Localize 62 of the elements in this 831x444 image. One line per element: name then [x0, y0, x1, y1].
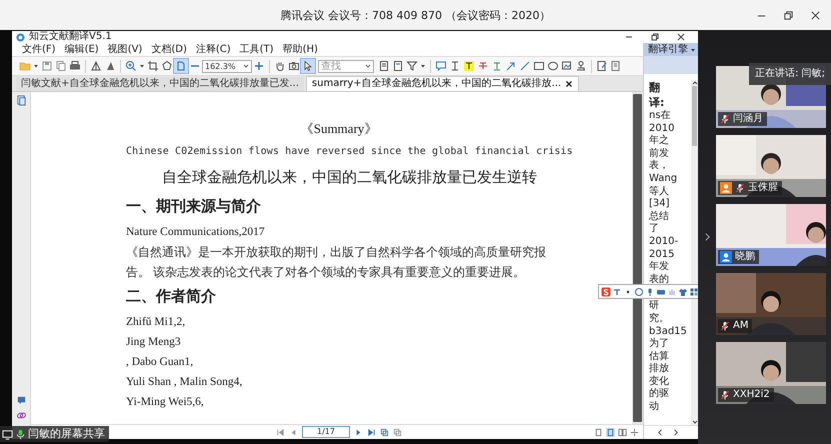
- translation-text: 前发: [649, 148, 670, 160]
- document-text: , Dabo Guan1,: [126, 355, 194, 370]
- document-text: 《自然通讯》是一本开放获取的期刊，出版了自然科学各个领域的高质量研究报告。 该杂志发表的论文代表了对各个领域的专家具有重要意义的重要进展。: [126, 244, 547, 281]
- document-text: Nature Communications,2017: [126, 225, 266, 240]
- translation-text: 研: [649, 300, 660, 312]
- translation-text: 究。: [649, 312, 670, 326]
- document-text: Jing Meng3: [126, 335, 182, 350]
- menu-item[interactable]: 文档(D): [151, 43, 187, 56]
- participant-name: AM: [733, 320, 748, 332]
- share-label-text: 闫敏的屏幕共享: [28, 427, 105, 441]
- meeting-title: 腾讯会议 会议号：708 409 870 （会议密码：2020）: [280, 8, 550, 22]
- menu-item[interactable]: 帮助(H): [282, 43, 318, 56]
- video-tile[interactable]: 晓鹏: [716, 204, 826, 266]
- translation-text: 变化: [649, 376, 670, 388]
- document-text: Yi-Ming Wei5,6,: [126, 395, 205, 410]
- document-text: Yuli Shan , Malin Song4,: [126, 375, 244, 390]
- translation-text: 动: [649, 401, 660, 414]
- translation-text: Wang: [649, 172, 678, 186]
- menu-item[interactable]: 文件(F): [22, 43, 56, 56]
- participant-name: 闫涵月: [733, 113, 763, 125]
- page-number-field[interactable]: 1/17: [302, 426, 350, 438]
- translation-text: 2010: [649, 122, 676, 134]
- translation-text: 为了: [649, 338, 670, 351]
- translation-text: 的驱: [649, 388, 670, 401]
- translation-heading: 翻: [649, 80, 661, 95]
- translation-text: [34]: [649, 198, 671, 210]
- speaking-indicator: 正在讲话: 闫敏;: [749, 63, 831, 85]
- translation-text: 估算: [649, 350, 670, 362]
- translation-text: 总结: [649, 210, 670, 224]
- document-text: Zhifŭ Mi1,2,: [126, 315, 186, 330]
- window-title: 知云文献翻译V5.1: [29, 31, 113, 43]
- translation-text: 了: [649, 223, 660, 236]
- video-tile[interactable]: AM: [716, 273, 826, 335]
- menu-item[interactable]: 注释(C): [196, 43, 231, 56]
- video-tile[interactable]: 玉侏腥: [716, 135, 826, 197]
- document-tab[interactable]: sumarry+自全球金融危机以来，中国的二氧化碳排放...: [306, 76, 580, 91]
- menu-item[interactable]: 编辑(E): [64, 43, 99, 56]
- menu-item[interactable]: 工具(T): [240, 43, 274, 56]
- translation-text: 表的: [649, 274, 670, 286]
- section-heading: 一、期刊来源与简介: [126, 197, 262, 217]
- translation-text: b3ad15: [649, 326, 688, 338]
- zoom-dropdown[interactable]: 162.3%: [202, 60, 252, 72]
- translation-text: 2010-: [649, 236, 680, 249]
- document-title: 自全球金融危机以来，中国的二氧化碳排放量已发生逆转: [161, 168, 538, 188]
- document-title: 《Summary》: [300, 120, 378, 138]
- translation-text: 年发: [649, 261, 670, 274]
- translation-heading: 译:: [649, 95, 666, 110]
- participant-name: 晓鹏: [735, 251, 755, 263]
- translation-text: ns在: [649, 110, 672, 123]
- video-tile[interactable]: XXH2i2: [716, 342, 826, 404]
- section-heading: 二、作者简介: [126, 287, 217, 307]
- translation-text: 年之: [649, 135, 670, 148]
- document-title: Chinese C02emission flows have reversed since the global financial crisis: [126, 145, 574, 159]
- document-tab[interactable]: 闫敏文献+自全球金融危机以来，中国的二氧化碳排放量已发...: [16, 77, 304, 91]
- translation-text: 2015: [649, 248, 676, 261]
- translation-text: 表，: [649, 160, 670, 173]
- participant-name: 玉侏腥: [748, 182, 778, 194]
- translation-text: 等人: [649, 186, 670, 198]
- participant-name: XXH2i2: [733, 389, 770, 401]
- translation-engine-button[interactable]: 翻译引擎: [644, 43, 698, 56]
- menu-item[interactable]: 视图(V): [108, 43, 142, 56]
- translation-text: 排放: [649, 363, 670, 376]
